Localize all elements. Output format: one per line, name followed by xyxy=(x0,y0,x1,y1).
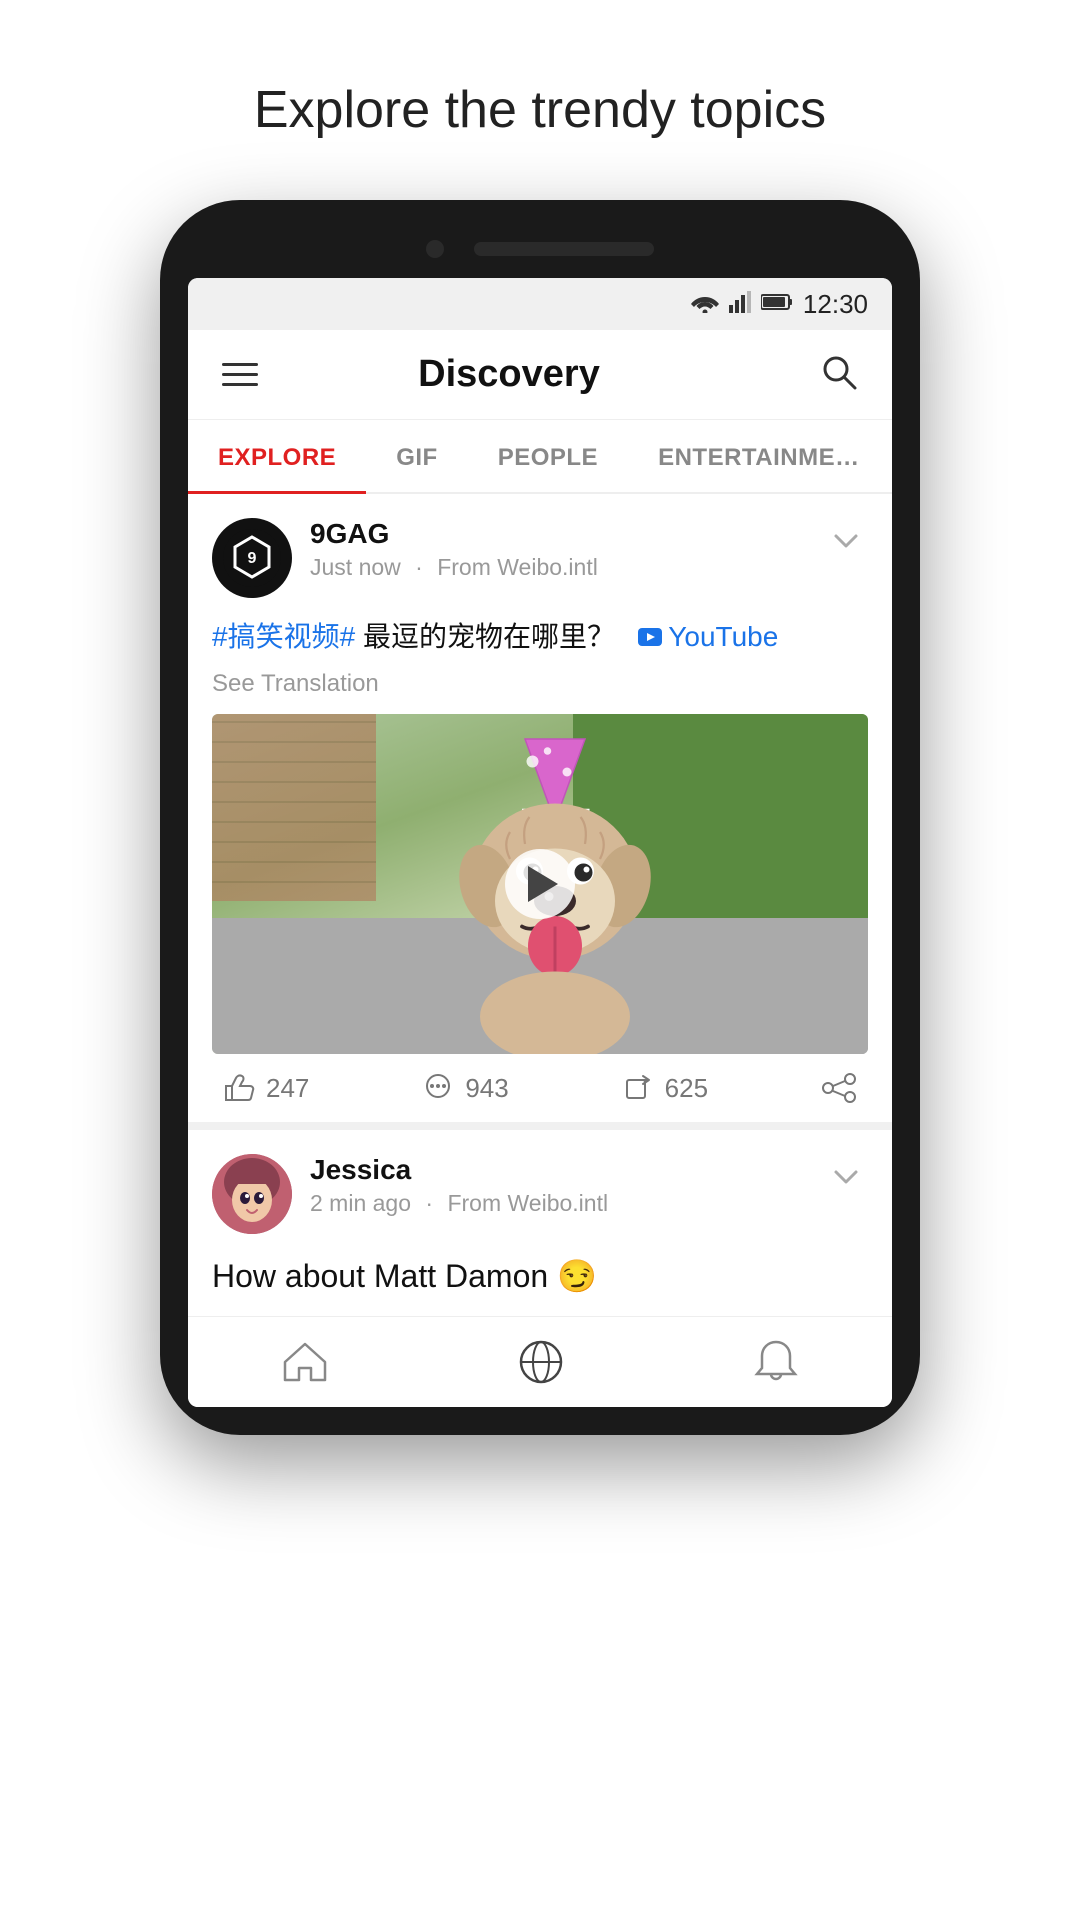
page-title: Explore the trendy topics xyxy=(254,80,826,140)
wifi-icon xyxy=(691,291,719,318)
post-2-time: 2 min ago · From Weibo.intl xyxy=(310,1190,824,1217)
phone-top xyxy=(188,240,892,258)
post-2-text: How about Matt Damon 😏 xyxy=(212,1252,868,1300)
post-1-yt-link[interactable]: YouTube xyxy=(638,616,778,658)
post-2-avatar[interactable] xyxy=(212,1154,292,1234)
status-time: 12:30 xyxy=(803,289,868,320)
status-icons: 12:30 xyxy=(691,289,868,320)
post-2-author: Jessica xyxy=(310,1154,824,1186)
share-button[interactable] xyxy=(820,1072,858,1104)
nav-discover[interactable] xyxy=(516,1337,566,1387)
bottom-nav xyxy=(188,1316,892,1407)
repost-button[interactable]: 625 xyxy=(621,1072,820,1104)
tab-entertainment[interactable]: ENTERTAINME… xyxy=(628,420,890,492)
post-2-dropdown[interactable] xyxy=(824,1154,868,1203)
comment-button[interactable]: 943 xyxy=(421,1072,620,1104)
post-1-see-translation[interactable]: See Translation xyxy=(212,670,868,698)
comment-count: 943 xyxy=(465,1073,508,1104)
post-1-header: 9 9GAG Just now · From Weibo.intl xyxy=(212,518,868,598)
status-bar: 12:30 xyxy=(188,278,892,330)
svg-text:9: 9 xyxy=(248,550,257,567)
camera-dot xyxy=(426,240,444,258)
nav-home[interactable] xyxy=(281,1340,329,1384)
post-1-hashtag[interactable]: #搞笑视频# xyxy=(212,621,355,652)
speaker-bar xyxy=(474,242,654,256)
post-1: 9 9GAG Just now · From Weibo.intl xyxy=(188,494,892,1130)
post-1-text: #搞笑视频# 最逗的宠物在哪里？ YouTube xyxy=(212,616,868,658)
repost-count: 625 xyxy=(665,1073,708,1104)
tab-gif[interactable]: GIF xyxy=(366,420,468,492)
play-triangle xyxy=(528,866,558,902)
like-icon xyxy=(222,1072,256,1104)
tab-explore[interactable]: EXPLORE xyxy=(188,420,366,492)
play-button[interactable] xyxy=(505,849,575,919)
signal-icon xyxy=(729,291,751,318)
app-header: Discovery xyxy=(188,330,892,420)
post-1-author: 9GAG xyxy=(310,518,824,550)
tab-bar: EXPLORE GIF PEOPLE ENTERTAINME… xyxy=(188,420,892,494)
post-2: Jessica 2 min ago · From Weibo.intl How … xyxy=(188,1130,892,1316)
phone-screen: 12:30 Discovery EXPLORE GIF PEOPLE E xyxy=(188,278,892,1407)
post-1-video[interactable] xyxy=(212,714,868,1054)
post-1-avatar[interactable]: 9 xyxy=(212,518,292,598)
post-2-header: Jessica 2 min ago · From Weibo.intl xyxy=(212,1154,868,1234)
repost-icon xyxy=(621,1072,655,1104)
post-1-meta: 9GAG Just now · From Weibo.intl xyxy=(310,518,824,581)
nav-notifications[interactable] xyxy=(753,1338,799,1386)
post-1-actions: 247 943 xyxy=(212,1054,868,1122)
post-1-time: Just now · From Weibo.intl xyxy=(310,554,824,581)
like-count: 247 xyxy=(266,1073,309,1104)
phone-shell: 12:30 Discovery EXPLORE GIF PEOPLE E xyxy=(160,200,920,1435)
post-2-meta: Jessica 2 min ago · From Weibo.intl xyxy=(310,1154,824,1217)
post-1-dropdown[interactable] xyxy=(824,518,868,567)
tab-people[interactable]: PEOPLE xyxy=(468,420,628,492)
wall xyxy=(212,714,376,901)
like-button[interactable]: 247 xyxy=(222,1072,421,1104)
search-button[interactable] xyxy=(810,343,868,406)
app-title: Discovery xyxy=(208,353,810,396)
comment-icon xyxy=(421,1072,455,1104)
battery-icon xyxy=(761,293,793,316)
